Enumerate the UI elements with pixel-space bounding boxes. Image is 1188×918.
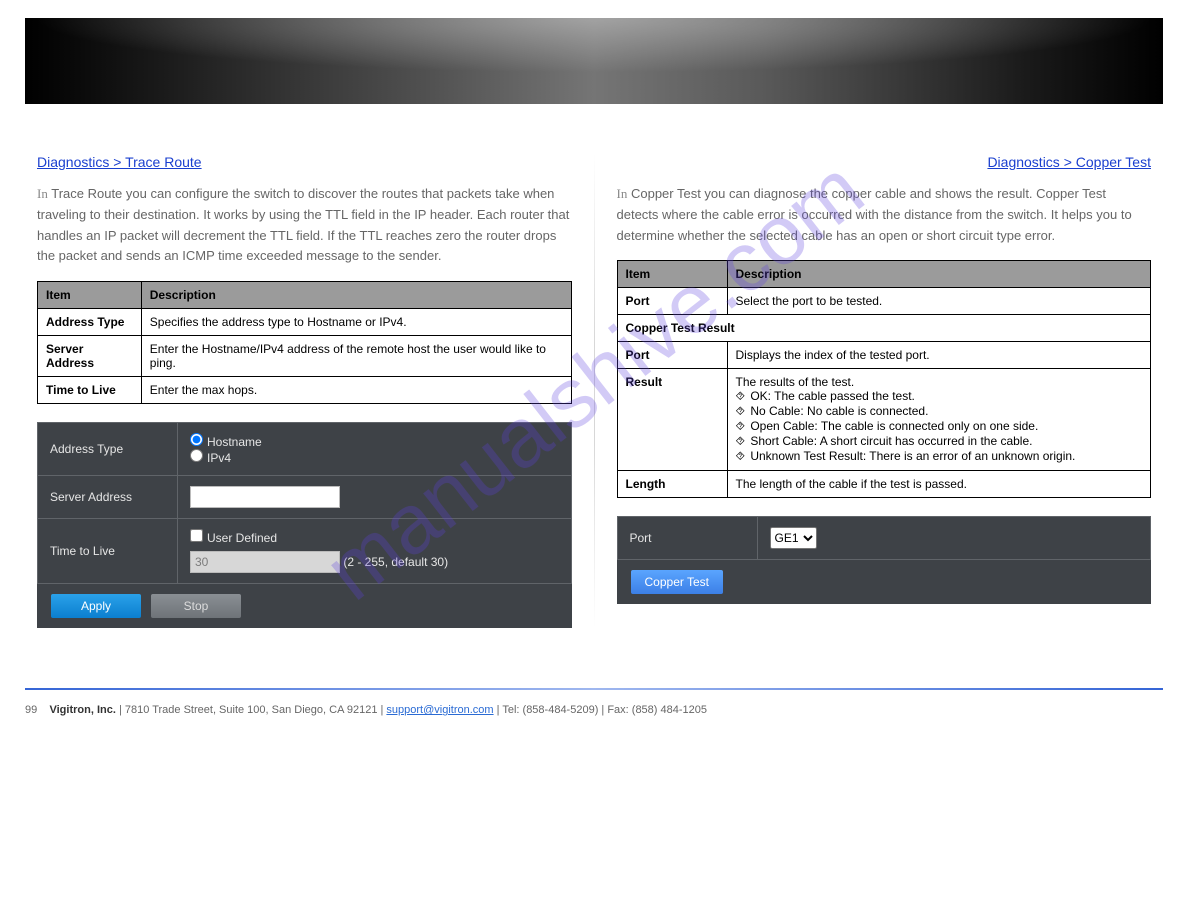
footer-addr: | 7810 Trade Street, Suite 100, San Dieg… xyxy=(119,704,386,716)
right-column: Diagnostics > Copper Test In Copper Test… xyxy=(605,154,1164,628)
cell-result-desc: The results of the test. ⯑ OK: The cable… xyxy=(727,369,1151,471)
para-initial: In xyxy=(37,186,48,201)
cell-length: Length xyxy=(617,471,727,498)
label-server-address: Server Address xyxy=(38,476,178,519)
footer-tel: | Tel: (858-484-5209) | Fax: (858) 484-1… xyxy=(497,704,707,716)
traceroute-desc: In Trace Route you can configure the swi… xyxy=(37,184,572,267)
coppertest-desc: In Copper Test you can diagnose the copp… xyxy=(617,184,1152,246)
th-desc: Description xyxy=(727,261,1151,288)
ttl-hint: (2 - 255, default 30) xyxy=(343,555,448,569)
breadcrumb-right[interactable]: Diagnostics > Copper Test xyxy=(987,154,1151,170)
label-port: Port xyxy=(617,517,757,560)
checkbox-user-defined-label: User Defined xyxy=(207,531,277,545)
cell-ttl: Time to Live xyxy=(38,377,142,404)
cell-section: Copper Test Result xyxy=(617,315,1151,342)
server-address-input[interactable] xyxy=(190,486,340,508)
page-number: 99 xyxy=(25,704,37,716)
radio-ipv4[interactable] xyxy=(190,449,203,462)
th-desc: Description xyxy=(141,282,571,309)
radio-ipv4-label: IPv4 xyxy=(207,451,231,465)
coppertest-spec-table: ItemDescription PortSelect the port to b… xyxy=(617,260,1152,498)
cell-length-desc: The length of the cable if the test is p… xyxy=(727,471,1151,498)
coppertest-panel: Port GE1 Copper Test xyxy=(617,516,1152,604)
header-banner xyxy=(25,18,1163,104)
cell-addrtype-desc: Specifies the address type to Hostname o… xyxy=(141,309,571,336)
cell-ttl-desc: Enter the max hops. xyxy=(141,377,571,404)
port-select[interactable]: GE1 xyxy=(770,527,817,549)
footer-email[interactable]: support@vigitron.com xyxy=(386,704,493,716)
th-item: Item xyxy=(38,282,142,309)
apply-button[interactable]: Apply xyxy=(51,594,141,618)
label-address-type: Address Type xyxy=(38,423,178,476)
cell-port: Port xyxy=(617,288,727,315)
para-initial: In xyxy=(617,186,628,201)
cell-addrtype: Address Type xyxy=(38,309,142,336)
footer-brand: Vigitron, Inc. xyxy=(49,704,115,716)
cell-port2-desc: Displays the index of the tested port. xyxy=(727,342,1151,369)
footer: 99 Vigitron, Inc. | 7810 Trade Street, S… xyxy=(0,690,1188,744)
radio-hostname[interactable] xyxy=(190,433,203,446)
cell-result: Result xyxy=(617,369,727,471)
th-item: Item xyxy=(617,261,727,288)
ttl-input[interactable] xyxy=(190,551,340,573)
cell-port2: Port xyxy=(617,342,727,369)
cell-server-desc: Enter the Hostname/IPv4 address of the r… xyxy=(141,336,571,377)
traceroute-spec-table: ItemDescription Address TypeSpecifies th… xyxy=(37,281,572,404)
column-divider xyxy=(594,154,595,628)
copper-test-button[interactable]: Copper Test xyxy=(631,570,723,594)
cell-server: Server Address xyxy=(38,336,142,377)
radio-hostname-label: Hostname xyxy=(207,435,262,449)
breadcrumb-left[interactable]: Diagnostics > Trace Route xyxy=(37,154,202,170)
traceroute-panel: Address Type Hostname IPv4 Server Addres… xyxy=(37,422,572,628)
left-column: Diagnostics > Trace Route In Trace Route… xyxy=(25,154,584,628)
cell-port-desc: Select the port to be tested. xyxy=(727,288,1151,315)
checkbox-user-defined[interactable] xyxy=(190,529,203,542)
label-ttl: Time to Live xyxy=(38,519,178,584)
stop-button[interactable]: Stop xyxy=(151,594,241,618)
